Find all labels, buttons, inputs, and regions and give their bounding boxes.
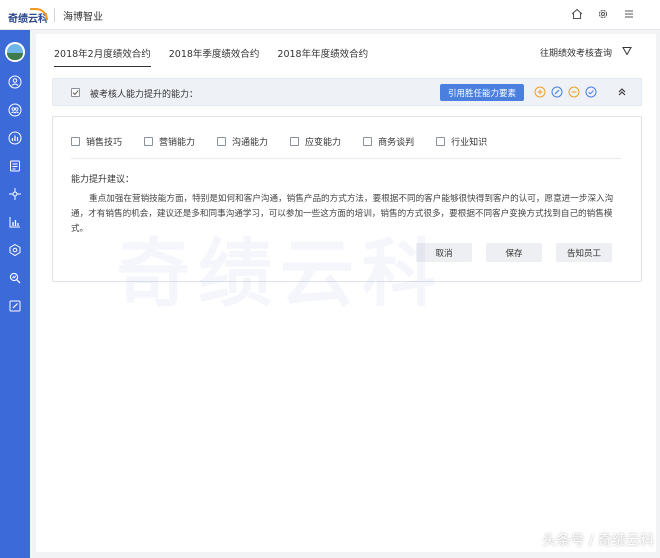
tab-quarterly-contract[interactable]: 2018年季度绩效合约: [169, 46, 260, 67]
divider: [71, 158, 621, 159]
menu-icon[interactable]: [622, 7, 636, 21]
goal-icon[interactable]: [7, 158, 23, 174]
option-label: 销售技巧: [86, 138, 123, 148]
remove-icon[interactable]: [568, 86, 580, 98]
analysis-icon[interactable]: [7, 270, 23, 286]
settings-icon[interactable]: [596, 7, 610, 21]
history-query-label: 往期绩效考核查询: [539, 49, 612, 59]
ability-box: 销售技巧 营销能力 沟通能力 应变能力 商务谈判 行业知识 能力提升建议： 重点…: [52, 116, 642, 282]
filter-icon[interactable]: [622, 46, 632, 59]
team-icon[interactable]: [7, 102, 23, 118]
sidebar: [0, 30, 30, 558]
top-bar: 奇绩云科 海博智业: [0, 0, 660, 30]
avatar[interactable]: [5, 42, 25, 62]
advice-title: 能力提升建议：: [71, 175, 135, 185]
checkbox[interactable]: [436, 137, 446, 146]
contract-tabs: 2018年2月度绩效合约 2018年季度绩效合约 2018年年度绩效合约: [54, 46, 368, 67]
logo[interactable]: 奇绩云科: [8, 6, 52, 25]
checkbox[interactable]: [217, 137, 227, 146]
edit-icon[interactable]: [7, 298, 23, 314]
logo-mark: 奇绩云科: [8, 8, 52, 25]
company-name: 海博智业: [63, 12, 103, 23]
add-icon[interactable]: [534, 86, 546, 98]
save-button[interactable]: 保存: [486, 243, 542, 262]
option-adaptability[interactable]: 应变能力: [290, 135, 341, 148]
confirm-icon[interactable]: [585, 86, 597, 98]
tab-monthly-contract[interactable]: 2018年2月度绩效合约: [54, 46, 151, 67]
collapse-icon[interactable]: [615, 85, 629, 99]
checkbox[interactable]: [363, 137, 373, 146]
user-icon[interactable]: [7, 74, 23, 90]
chart-icon[interactable]: [7, 214, 23, 230]
option-label: 沟通能力: [232, 138, 269, 148]
tab-annual-contract[interactable]: 2018年年度绩效合约: [277, 46, 368, 67]
checkbox[interactable]: [144, 137, 154, 146]
section-header: 被考核人能力提升的能力： 引用胜任能力要素: [52, 78, 642, 106]
home-icon[interactable]: [570, 7, 584, 21]
advice-text[interactable]: 重点加强在营销技能方面，特别是如何和客户沟通，销售产品的方式方法，要根据不同的客…: [71, 192, 619, 237]
main-panel: 2018年2月度绩效合约 2018年季度绩效合约 2018年年度绩效合约 往期绩…: [36, 34, 656, 552]
cancel-button[interactable]: 取消: [416, 243, 472, 262]
option-label: 营销能力: [159, 138, 196, 148]
badge-icon[interactable]: [7, 242, 23, 258]
option-communication[interactable]: 沟通能力: [217, 135, 268, 148]
history-query[interactable]: 往期绩效考核查询: [540, 46, 632, 59]
option-label: 应变能力: [305, 138, 342, 148]
checkbox[interactable]: [290, 137, 300, 146]
option-negotiation[interactable]: 商务谈判: [363, 135, 414, 148]
checkbox[interactable]: [71, 137, 80, 146]
notify-employee-button[interactable]: 告知员工: [556, 243, 612, 262]
option-label: 行业知识: [451, 138, 488, 148]
section-checkbox[interactable]: [71, 88, 80, 97]
option-marketing[interactable]: 营销能力: [144, 135, 195, 148]
report-icon[interactable]: [7, 130, 23, 146]
cite-competency-button[interactable]: 引用胜任能力要素: [440, 84, 524, 101]
option-sales-skills[interactable]: 销售技巧: [71, 135, 122, 148]
pencil-icon[interactable]: [551, 86, 563, 98]
divider: [54, 8, 55, 22]
ability-options: 销售技巧 营销能力 沟通能力 应变能力 商务谈判 行业知识: [71, 135, 509, 148]
option-industry-knowledge[interactable]: 行业知识: [436, 135, 487, 148]
section-title: 被考核人能力提升的能力：: [90, 90, 199, 100]
option-label: 商务谈判: [378, 138, 415, 148]
credit-text: 头条号 / 奇绩云科: [542, 533, 654, 549]
org-icon[interactable]: [7, 186, 23, 202]
